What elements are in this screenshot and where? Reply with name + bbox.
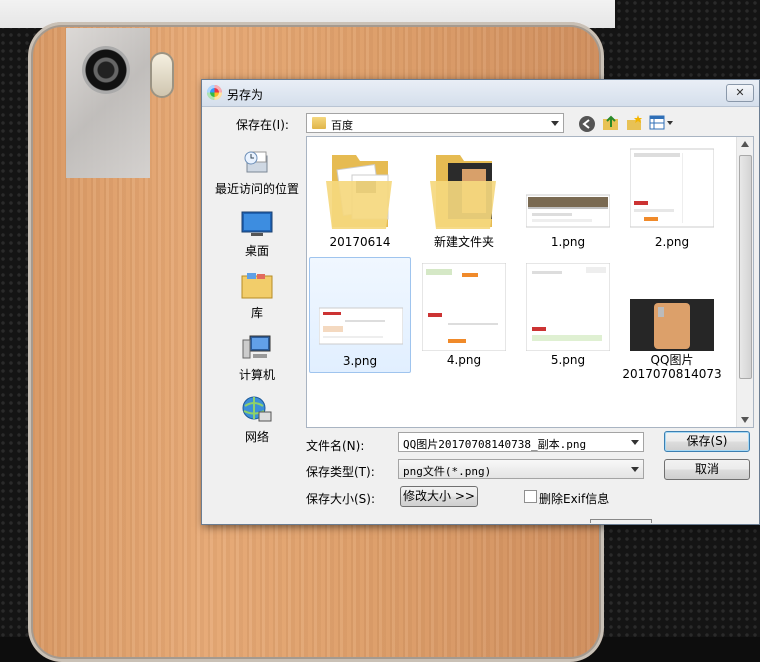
app-icon bbox=[207, 85, 222, 100]
save-in-value: 百度 bbox=[331, 119, 353, 132]
back-icon[interactable] bbox=[578, 115, 596, 133]
place-libraries[interactable]: 库 bbox=[210, 268, 304, 324]
desktop-icon bbox=[241, 211, 273, 236]
image-thumbnail bbox=[526, 263, 610, 351]
image-thumbnail bbox=[319, 307, 403, 345]
chevron-down-icon bbox=[631, 440, 639, 445]
resize-button[interactable]: 修改大小 >> bbox=[400, 486, 478, 507]
place-label: 桌面 bbox=[244, 244, 269, 258]
file-name: 5.png bbox=[550, 353, 586, 367]
file-item-image[interactable]: 4.png bbox=[413, 257, 515, 373]
save-in-dropdown[interactable]: 百度 bbox=[306, 113, 564, 133]
place-network[interactable]: 网络 bbox=[210, 392, 304, 448]
camera-lens bbox=[82, 46, 130, 94]
file-name: 20170614 bbox=[329, 235, 391, 249]
chevron-down-icon bbox=[551, 121, 559, 126]
new-folder-icon[interactable] bbox=[626, 114, 644, 132]
place-desktop[interactable]: 桌面 bbox=[210, 206, 304, 262]
filetype-dropdown[interactable]: png文件(*.png) bbox=[398, 459, 644, 479]
collapsed-panel-edge bbox=[590, 519, 652, 523]
save-button[interactable]: 保存(S) bbox=[664, 431, 750, 452]
folder-icon bbox=[326, 155, 392, 229]
file-list-scrollbar[interactable] bbox=[736, 137, 753, 427]
up-folder-icon[interactable] bbox=[602, 114, 620, 132]
place-label: 库 bbox=[250, 306, 263, 320]
strip-exif-label: 删除Exif信息 bbox=[539, 492, 610, 506]
libraries-icon bbox=[241, 273, 273, 299]
network-icon bbox=[242, 396, 272, 422]
save-as-dialog: 另存为 ✕ 保存在(I): 百度 最近访问的位置 桌面 库 计算机 网络 201… bbox=[201, 79, 760, 525]
filename-label: 文件名(N): bbox=[306, 439, 365, 453]
cancel-button[interactable]: 取消 bbox=[664, 459, 750, 480]
place-recent[interactable]: 最近访问的位置 bbox=[210, 144, 304, 200]
view-menu-icon[interactable] bbox=[649, 115, 675, 131]
dialog-titlebar[interactable]: 另存为 ✕ bbox=[202, 80, 759, 107]
file-item-image-selected[interactable]: 3.png bbox=[309, 257, 411, 373]
filename-value: QQ图片20170708140738_副本.png bbox=[403, 438, 587, 451]
image-thumbnail bbox=[630, 299, 714, 351]
file-name: 新建文件夹 bbox=[433, 235, 494, 249]
scroll-down-icon[interactable] bbox=[741, 417, 749, 423]
file-item-image[interactable]: 5.png bbox=[517, 257, 619, 373]
strip-exif-checkbox[interactable] bbox=[524, 490, 537, 503]
place-label: 计算机 bbox=[238, 368, 275, 382]
place-label: 网络 bbox=[244, 430, 269, 444]
file-name: 1.png bbox=[550, 235, 586, 249]
image-thumbnail bbox=[422, 263, 506, 351]
dialog-title: 另存为 bbox=[227, 88, 264, 102]
folder-icon bbox=[430, 155, 496, 229]
size-label: 保存大小(S): bbox=[306, 492, 376, 506]
file-item-image[interactable]: 1.png bbox=[517, 139, 619, 255]
place-computer[interactable]: 计算机 bbox=[210, 330, 304, 386]
chevron-down-icon bbox=[631, 467, 639, 472]
image-thumbnail bbox=[526, 194, 610, 228]
computer-icon bbox=[242, 335, 271, 359]
place-label: 最近访问的位置 bbox=[214, 182, 299, 196]
filetype-value: png文件(*.png) bbox=[403, 465, 492, 478]
file-name: QQ图片 2017070814073 bbox=[622, 353, 722, 381]
close-button[interactable]: ✕ bbox=[726, 84, 754, 102]
file-list[interactable]: 20170614 新建文件夹 1.png 2.png 3.png 4.png 5… bbox=[306, 136, 754, 428]
image-thumbnail bbox=[630, 148, 714, 228]
scroll-up-icon[interactable] bbox=[741, 141, 749, 147]
file-name: 4.png bbox=[446, 353, 482, 367]
close-icon: ✕ bbox=[735, 86, 745, 99]
places-bar: 最近访问的位置 桌面 库 计算机 网络 bbox=[210, 134, 304, 444]
recent-places-icon bbox=[244, 151, 268, 173]
scroll-thumb[interactable] bbox=[739, 155, 752, 379]
file-item-image[interactable]: QQ图片 2017070814073 bbox=[621, 257, 723, 381]
folder-icon bbox=[312, 117, 326, 129]
camera-flash bbox=[152, 54, 172, 96]
file-item-folder[interactable]: 新建文件夹 bbox=[413, 139, 515, 255]
save-in-label: 保存在(I): bbox=[236, 118, 289, 132]
file-item-folder[interactable]: 20170614 bbox=[309, 139, 411, 255]
file-name: 2.png bbox=[654, 235, 690, 249]
file-item-image[interactable]: 2.png bbox=[621, 139, 723, 255]
file-name: 3.png bbox=[342, 354, 378, 368]
filetype-label: 保存类型(T): bbox=[306, 465, 375, 479]
filename-input[interactable]: QQ图片20170708140738_副本.png bbox=[398, 432, 644, 452]
